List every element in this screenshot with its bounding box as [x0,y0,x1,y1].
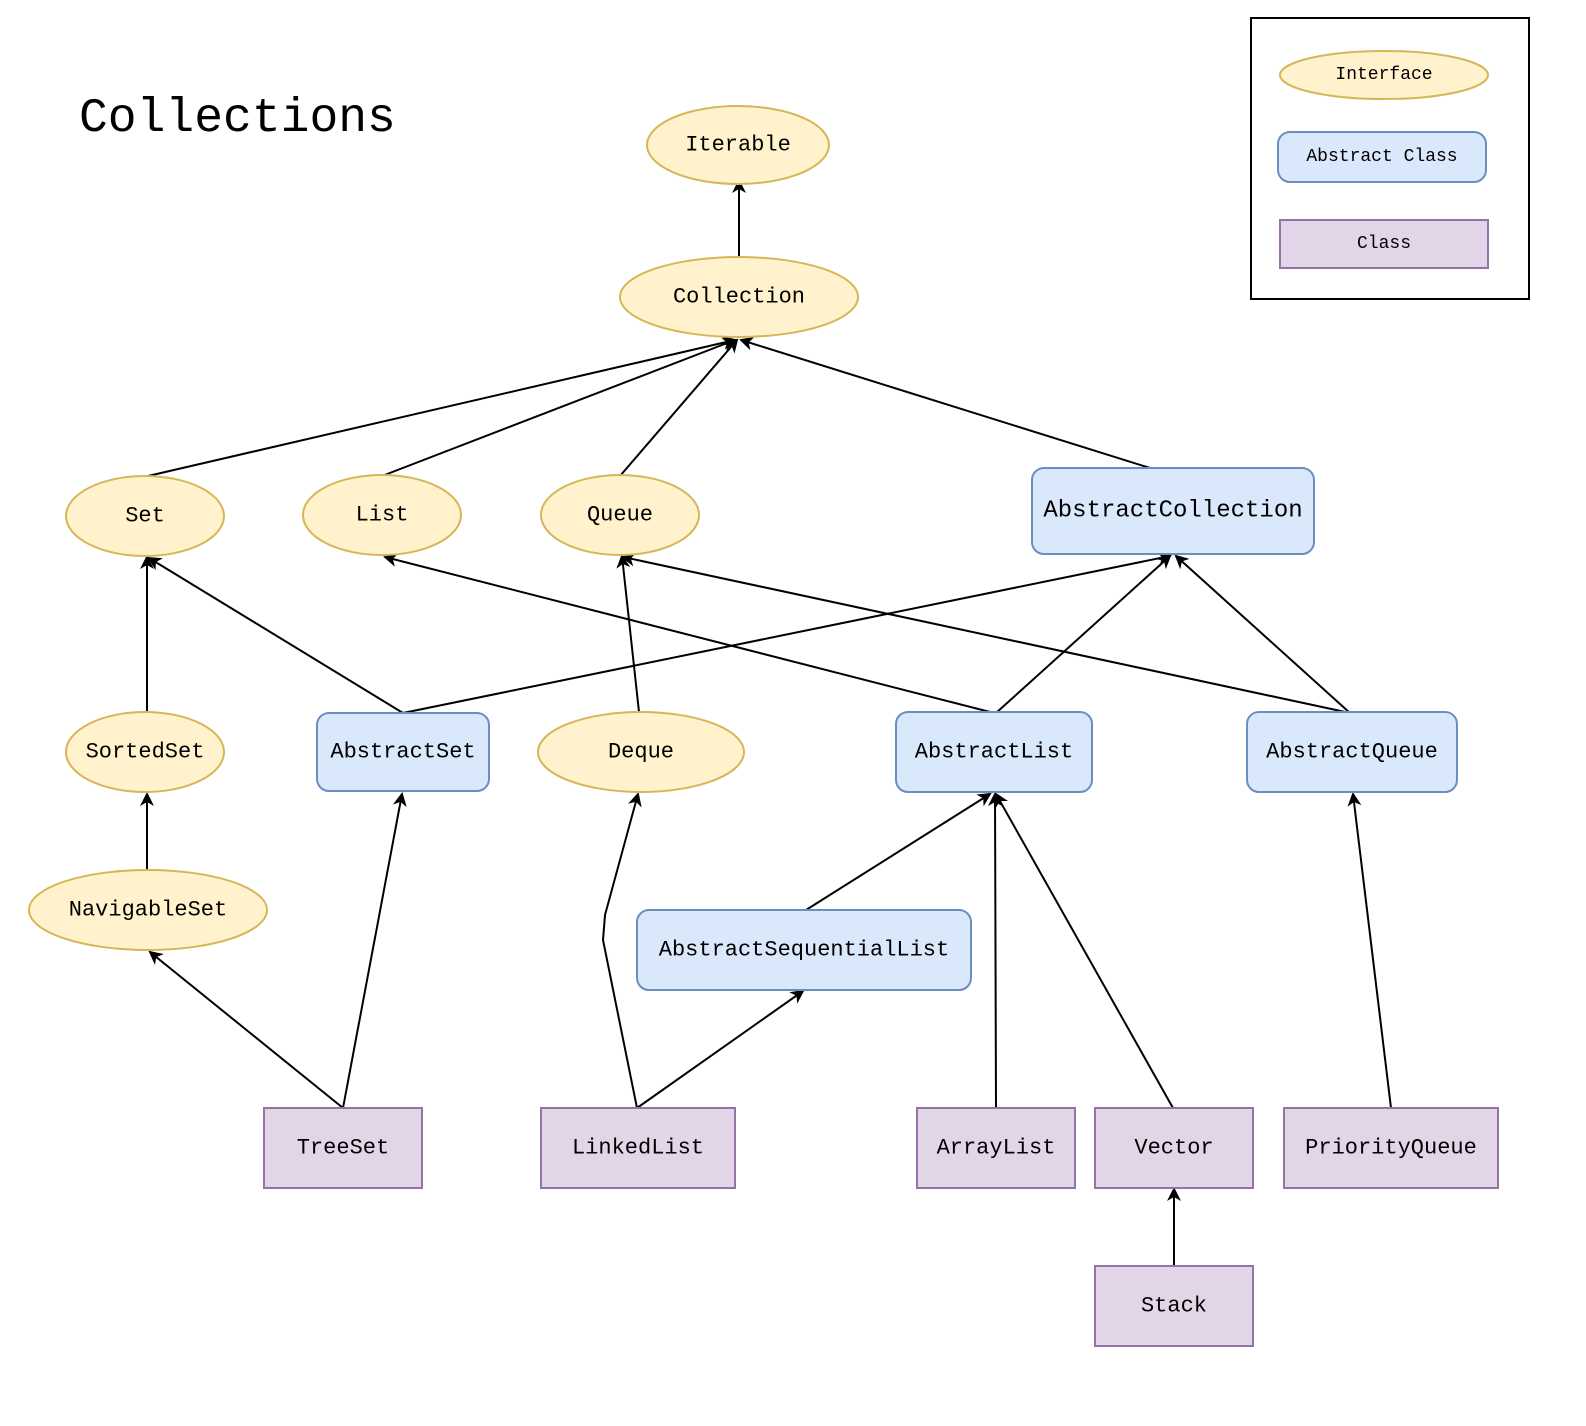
node-label: NavigableSet [69,898,227,923]
node-label: PriorityQueue [1305,1136,1477,1161]
node-label: Vector [1134,1136,1213,1161]
edge-abstractqueue-to-abstractcollection [1174,554,1351,714]
collections-diagram: Iterable Collection Set List Queue AbstractCo… [28,17,1530,1347]
node-arraylist[interactable]: ArrayList [916,1107,1076,1189]
node-sortedset[interactable]: SortedSet [65,711,225,793]
edge-abstractlist-to-list [383,553,995,714]
node-label: AbstractQueue [1266,740,1438,765]
node-abstractsequentiallist[interactable]: AbstractSequentialList [636,909,972,991]
legend-item-class: Class [1279,219,1489,269]
edge-linkedlist-to-abstractsequentiallist [636,989,805,1109]
node-label: AbstractSequentialList [659,938,949,963]
edge-queue-to-collection [619,338,739,477]
edge-vector-to-abstractlist [995,792,1174,1109]
edge-priorityqueue-to-abstractqueue [1347,792,1392,1109]
node-abstractset[interactable]: AbstractSet [316,712,490,792]
edge-set-to-collection [147,335,737,477]
node-priorityqueue[interactable]: PriorityQueue [1283,1107,1499,1189]
node-deque[interactable]: Deque [537,711,745,793]
edge-linkedlist-to-deque [601,792,642,1109]
node-queue[interactable]: Queue [540,474,700,556]
node-abstractqueue[interactable]: AbstractQueue [1246,711,1458,793]
node-label: Iterable [685,133,791,158]
edge-arraylist-to-abstractlist [988,792,1003,1109]
node-label: ArrayList [937,1136,1056,1161]
edge-treeset-to-navigableset [148,950,344,1109]
node-collection[interactable]: Collection [619,256,859,338]
node-abstractlist[interactable]: AbstractList [895,711,1093,793]
node-abstractcollection[interactable]: AbstractCollection [1031,467,1315,555]
node-label: Set [125,504,165,529]
legend-item-abstract: Abstract Class [1277,131,1487,183]
node-label: Deque [608,740,674,765]
node-label: Stack [1141,1294,1207,1319]
edge-abstractset-to-abstractcollection [402,551,1172,714]
edge-treeset-to-abstractset [342,792,407,1109]
edge-list-to-collection [381,337,737,477]
node-vector[interactable]: Vector [1094,1107,1254,1189]
node-label: LinkedList [572,1136,704,1161]
legend-item-interface: Interface [1279,50,1489,100]
node-label: Collection [673,285,805,310]
node-iterable[interactable]: Iterable [646,105,830,185]
legend-label: Abstract Class [1306,147,1457,167]
node-label: AbstractList [915,740,1073,765]
node-label: SortedSet [86,740,205,765]
node-label: List [356,503,409,528]
node-list[interactable]: List [302,474,462,556]
edge-abstractset-to-set [147,556,404,714]
legend-label: Interface [1335,65,1432,85]
edge-deque-to-queue [616,554,640,713]
node-navigableset[interactable]: NavigableSet [28,869,268,951]
node-linkedlist[interactable]: LinkedList [540,1107,736,1189]
node-label: AbstractCollection [1043,498,1302,525]
edge-abstractsequentiallist-to-abstractlist [805,792,992,911]
legend-label: Class [1357,234,1411,254]
node-treeset[interactable]: TreeSet [263,1107,423,1189]
edge-abstractcollection-to-collection [739,336,1151,469]
node-label: TreeSet [297,1136,389,1161]
legend: Interface Abstract Class Class [1250,17,1530,300]
node-set[interactable]: Set [65,475,225,557]
edge-abstractqueue-to-queue [621,552,1351,714]
node-stack[interactable]: Stack [1094,1265,1254,1347]
node-label: AbstractSet [330,740,475,765]
edge-abstractlist-to-abstractcollection [995,554,1172,714]
node-label: Queue [587,503,653,528]
